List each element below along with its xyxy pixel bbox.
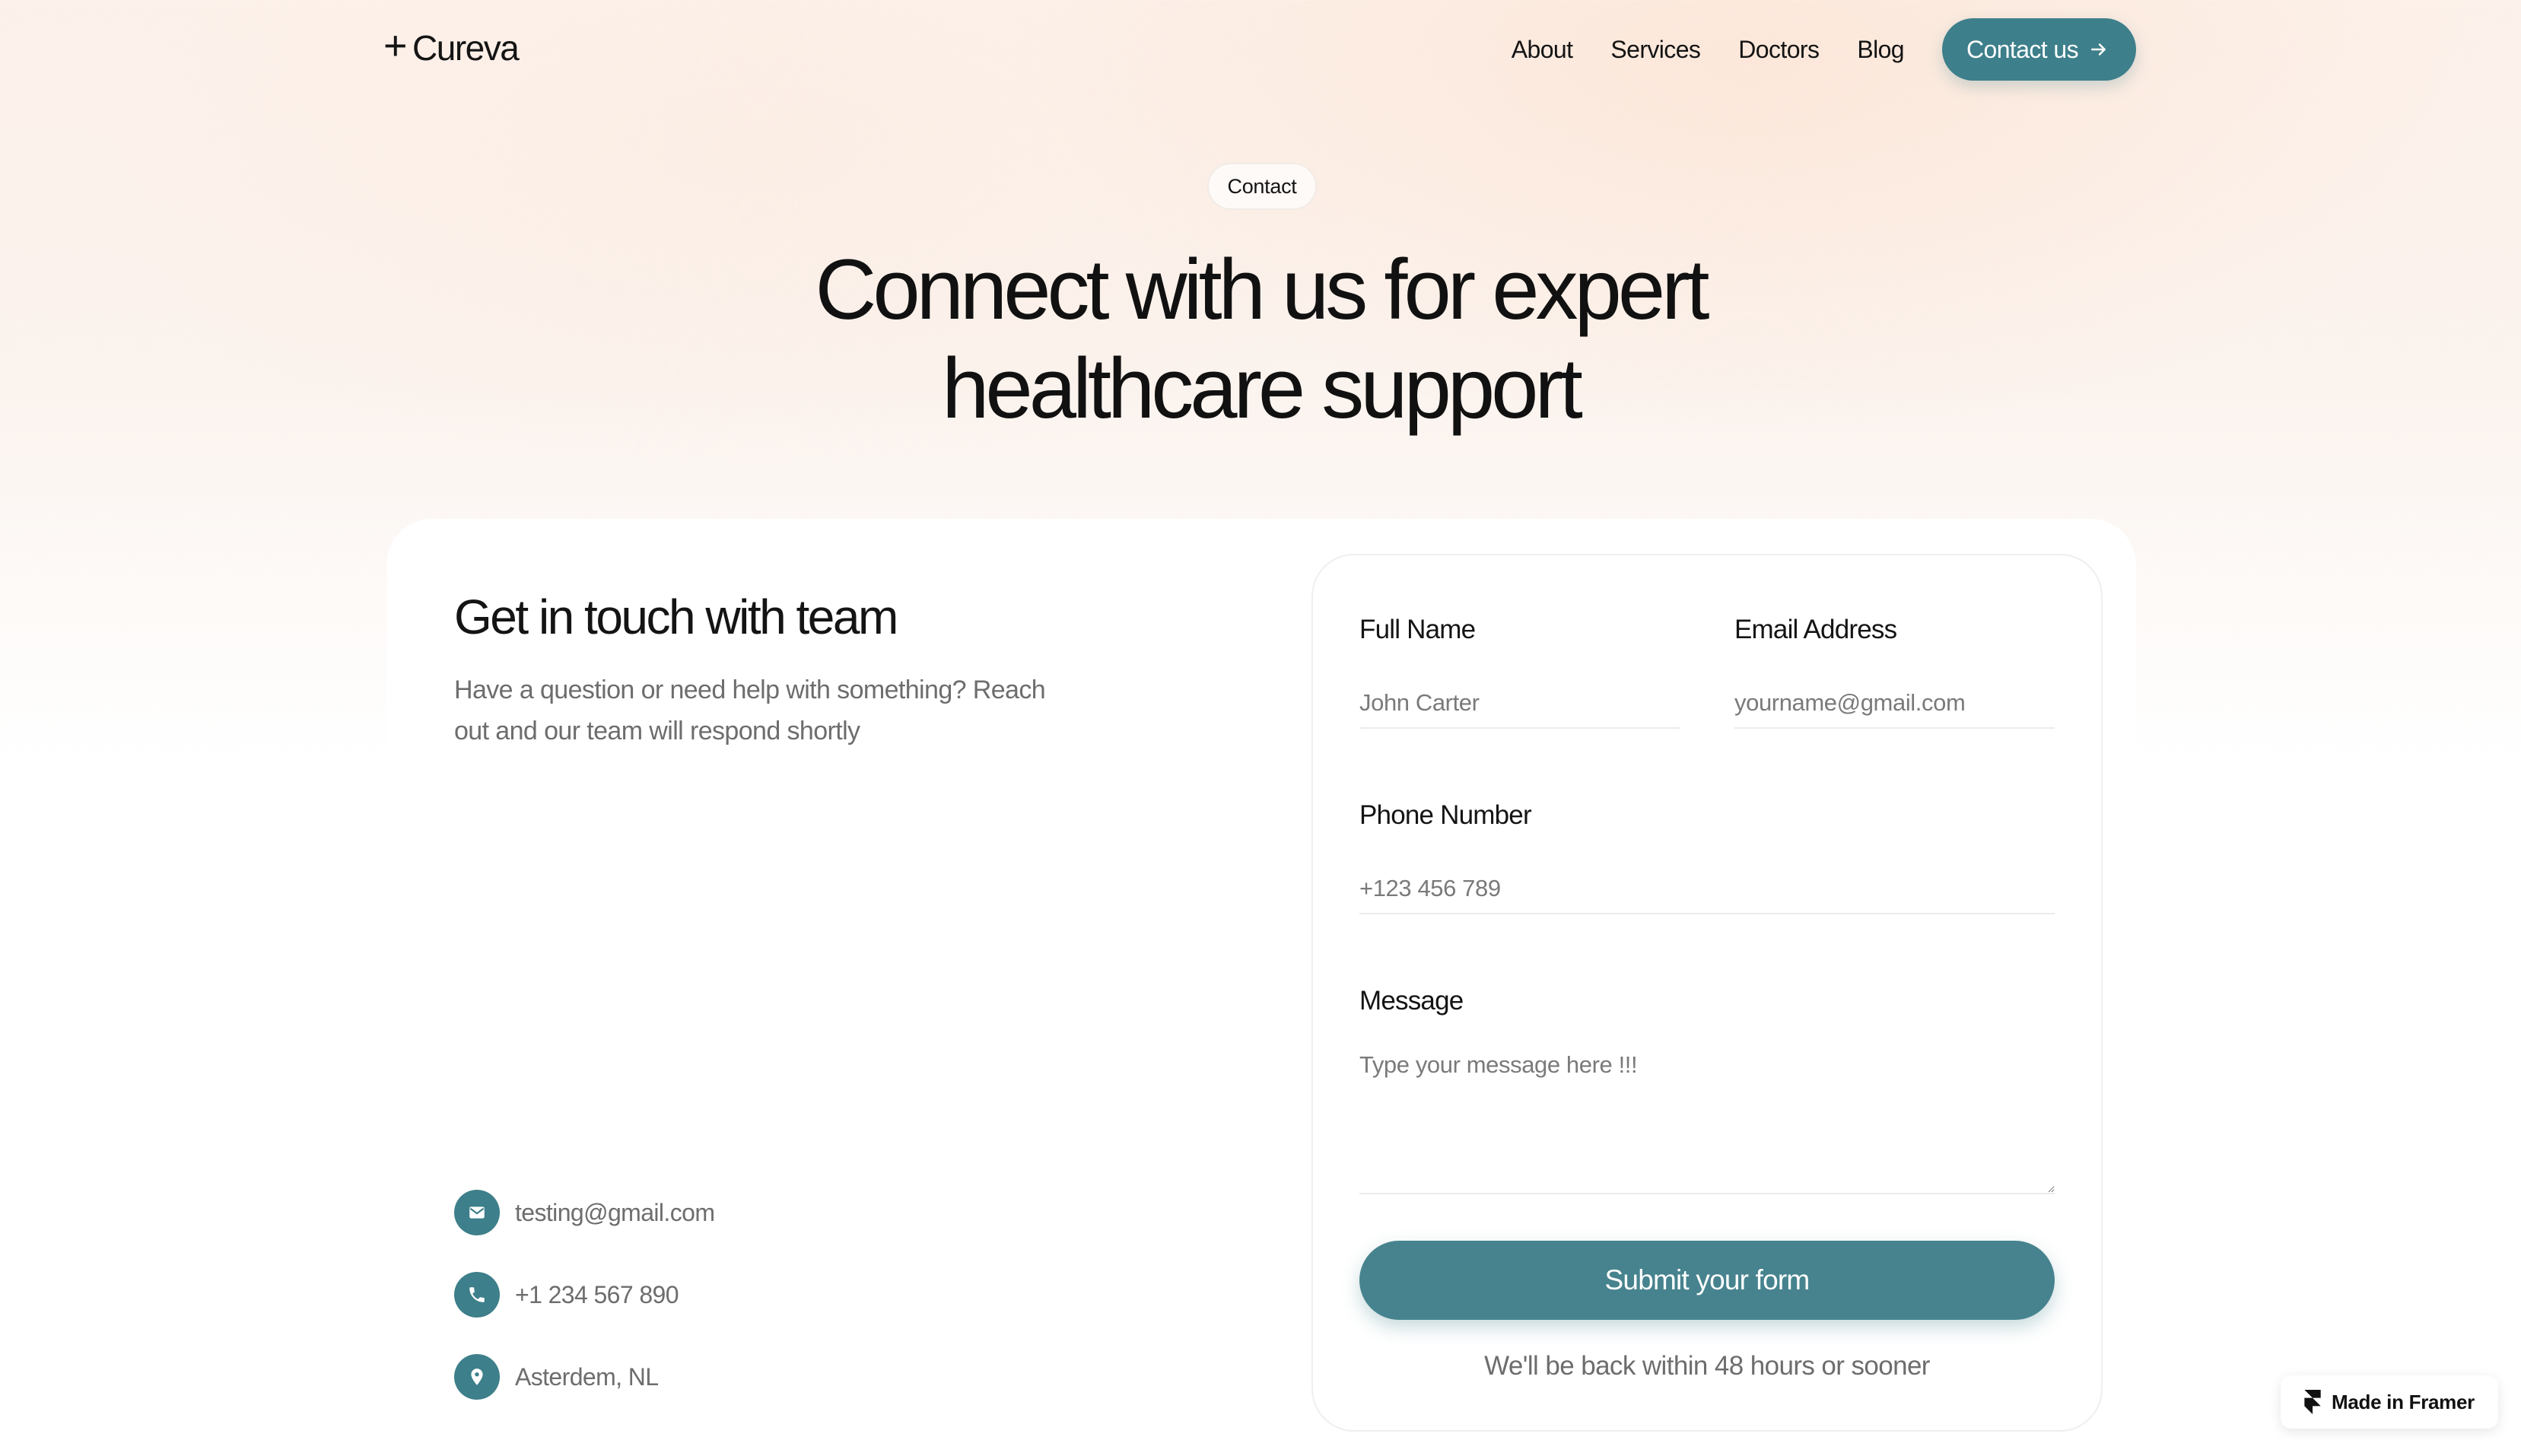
email-label: Email Address (1734, 615, 1897, 644)
message-textarea[interactable] (1359, 1050, 2055, 1194)
phone-label: Phone Number (1359, 800, 1532, 830)
nav-services[interactable]: Services (1610, 36, 1701, 64)
contact-phone[interactable]: +1 234 567 890 (454, 1272, 679, 1318)
page-title-line-2: healthcare support (942, 341, 1583, 436)
section-badge: Contact (1207, 163, 1317, 210)
info-title: Get in touch with team (454, 590, 898, 644)
mail-icon (454, 1190, 500, 1235)
contact-phone-text: +1 234 567 890 (515, 1280, 679, 1308)
info-description: Have a question or need help with someth… (454, 676, 1046, 745)
location-pin-icon (454, 1354, 500, 1400)
email-input[interactable] (1734, 679, 2055, 729)
brand-logo[interactable]: + Cureva (383, 23, 520, 68)
logo-plus-icon: + (383, 23, 408, 68)
submit-button[interactable]: Submit your form (1359, 1241, 2055, 1320)
contact-email[interactable]: testing@gmail.com (454, 1190, 715, 1235)
page-title-line-1: Connect with us for expert (815, 242, 1709, 337)
main-nav: About Services Doctors Blog Contact us (1512, 18, 2136, 81)
contact-location-text: Asterdem, NL (515, 1362, 659, 1391)
framer-logo-icon (2304, 1390, 2321, 1414)
made-in-framer-badge[interactable]: Made in Framer (2281, 1375, 2498, 1429)
message-label: Message (1359, 986, 1464, 1016)
contact-email-text: testing@gmail.com (515, 1198, 715, 1226)
page-title: Connect with us for expert healthcare su… (652, 240, 1869, 438)
nav-blog[interactable]: Blog (1857, 36, 1904, 64)
made-in-framer-label: Made in Framer (2332, 1390, 2475, 1413)
response-note: We'll be back within 48 hours or sooner (1484, 1351, 1930, 1381)
contact-us-label: Contact us (1966, 35, 2079, 63)
contact-location[interactable]: Asterdem, NL (454, 1354, 659, 1400)
contact-us-button[interactable]: Contact us (1942, 18, 2136, 81)
phone-input[interactable] (1359, 864, 2055, 914)
full-name-input[interactable] (1359, 679, 1680, 729)
nav-doctors[interactable]: Doctors (1738, 36, 1820, 64)
brand-name: Cureva (412, 28, 520, 68)
full-name-label: Full Name (1359, 615, 1476, 644)
phone-icon (454, 1272, 500, 1318)
nav-about[interactable]: About (1512, 36, 1573, 64)
arrow-right-icon (2091, 43, 2106, 56)
